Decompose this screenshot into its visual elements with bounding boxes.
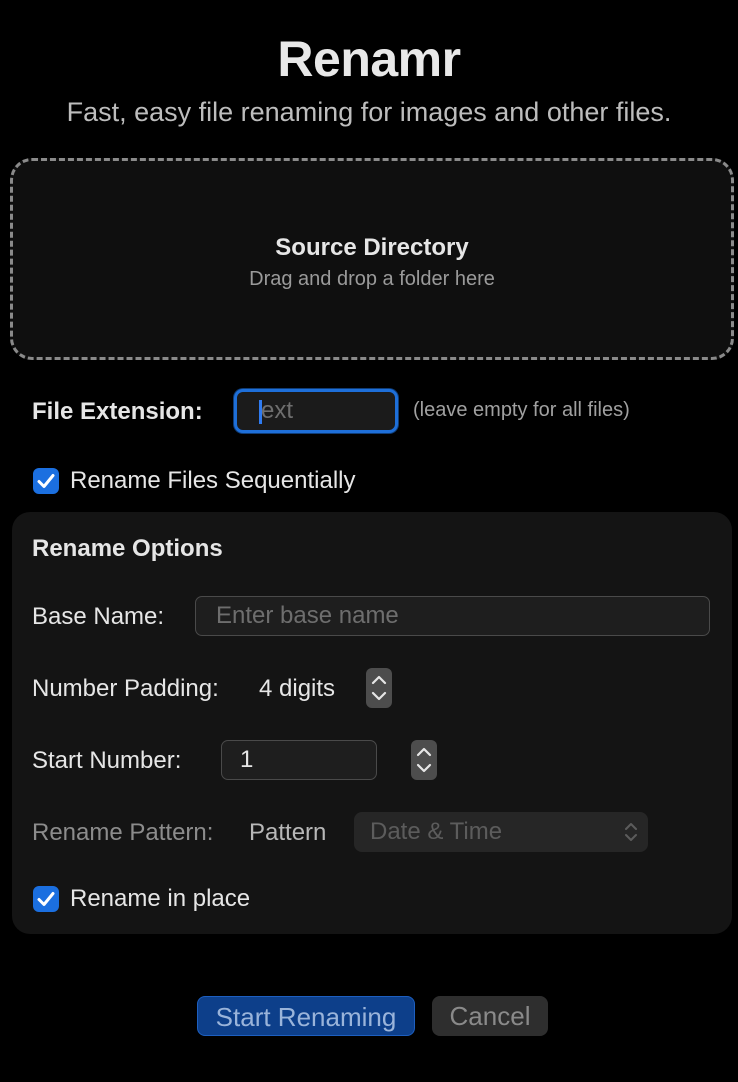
rename-pattern-select[interactable]: Date & Time (354, 812, 648, 852)
source-directory-drop-zone[interactable]: Source Directory Drag and drop a folder … (10, 158, 734, 360)
stepper-arrows-icon (416, 747, 432, 773)
stepper-arrows-icon (371, 675, 387, 701)
rename-options-title: Rename Options (32, 535, 223, 562)
base-name-label: Base Name: (32, 603, 165, 630)
drop-zone-title: Source Directory (275, 234, 469, 261)
file-extension-placeholder: ext (261, 397, 294, 424)
number-padding-value: 4 digits (259, 675, 336, 702)
file-extension-label: File Extension: (32, 398, 203, 425)
start-number-input[interactable]: 1 (221, 740, 377, 780)
file-extension-hint: (leave empty for all files) (413, 399, 630, 421)
file-extension-input[interactable]: ext (234, 389, 398, 433)
rename-pattern-value: Date & Time (370, 818, 503, 845)
cancel-button[interactable]: Cancel (432, 996, 548, 1036)
rename-sequentially-label: Rename Files Sequentially (70, 467, 356, 494)
base-name-input[interactable]: Enter base name (195, 596, 710, 636)
rename-options-panel (12, 512, 732, 934)
pattern-sublabel: Pattern (249, 819, 327, 846)
start-number-label: Start Number: (32, 747, 182, 774)
number-padding-stepper[interactable] (366, 668, 392, 708)
app-subtitle: Fast, easy file renaming for images and … (66, 97, 672, 127)
rename-in-place-label: Rename in place (70, 885, 251, 912)
rename-pattern-label: Rename Pattern: (32, 819, 214, 846)
start-number-value: 1 (240, 746, 254, 773)
chevron-up-down-icon (625, 823, 637, 841)
rename-in-place-checkbox[interactable] (33, 886, 59, 912)
checkmark-icon (37, 892, 55, 906)
start-renaming-button[interactable]: Start Renaming (197, 996, 415, 1036)
rename-sequentially-checkbox[interactable] (33, 468, 59, 494)
number-padding-label: Number Padding: (32, 675, 219, 702)
base-name-placeholder: Enter base name (216, 602, 399, 629)
start-number-stepper[interactable] (411, 740, 437, 780)
app-title: Renamr (277, 31, 461, 87)
drop-zone-hint: Drag and drop a folder here (249, 268, 495, 290)
checkmark-icon (37, 474, 55, 488)
